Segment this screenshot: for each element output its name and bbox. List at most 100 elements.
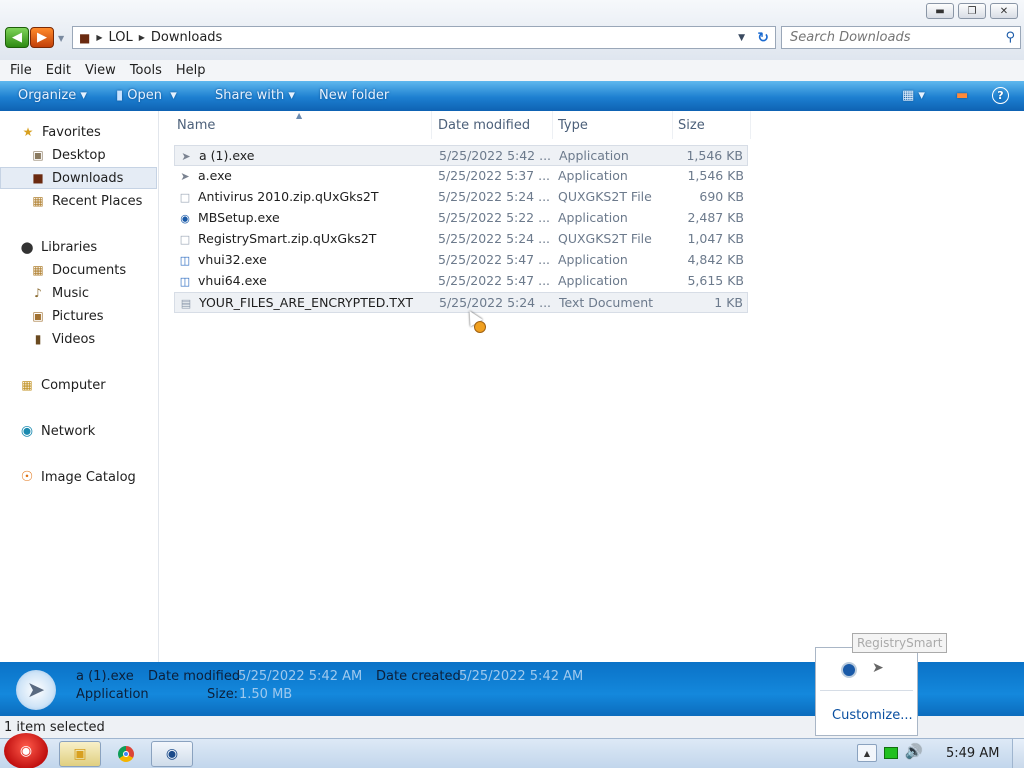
details-size-label: Size: <box>207 687 239 702</box>
nav-downloads[interactable]: ■ Downloads <box>0 167 157 189</box>
forward-button[interactable]: ▶ <box>30 27 54 48</box>
navigation-pane: ★ Favorites ▣ Desktop ■ Downloads ▦ Rece… <box>0 111 159 662</box>
restore-button[interactable]: ❐ <box>958 3 986 19</box>
file-row[interactable]: □ RegistrySmart.zip.qUxGks2T 5/25/2022 5:2… <box>174 229 748 250</box>
column-header-type[interactable]: Type <box>553 111 673 139</box>
file-name: Antivirus 2010.zip.qUxGks2T <box>198 189 379 204</box>
image-catalog-icon: ☉ <box>20 469 34 485</box>
file-row[interactable]: ◫ vhui64.exe 5/25/2022 5:47 ... Application… <box>174 271 748 292</box>
taskbar-registrysmart-button[interactable]: ◉ <box>151 741 193 767</box>
nav-computer[interactable]: ▦ Computer <box>0 374 157 396</box>
breadcrumb-downloads[interactable]: Downloads <box>151 30 222 45</box>
start-button-angry-bird-icon[interactable]: ◉ <box>4 733 48 768</box>
menu-view[interactable]: View <box>85 63 116 78</box>
search-box[interactable]: ⚲ <box>781 26 1021 49</box>
close-button[interactable]: ✕ <box>990 3 1018 19</box>
status-text: 1 item selected <box>4 719 105 735</box>
busy-indicator-icon <box>474 321 486 333</box>
address-dropdown-icon[interactable]: ▼ <box>738 33 745 43</box>
tray-tooltip: RegistrySmart <box>852 633 948 653</box>
file-size: 4,842 KB <box>687 252 744 267</box>
nav-favorites[interactable]: ★ Favorites <box>0 121 157 143</box>
details-size-value: 1.50 MB <box>239 687 293 702</box>
file-type: Application <box>558 168 628 183</box>
preview-pane-icon[interactable]: ▬ <box>956 88 968 103</box>
nav-documents[interactable]: ▦ Documents <box>0 259 157 281</box>
column-header-name[interactable]: Name <box>172 111 432 139</box>
refresh-icon[interactable]: ↻ <box>757 30 769 46</box>
nav-network[interactable]: ◉ Network <box>0 420 157 442</box>
file-row[interactable]: ▤ YOUR_FILES_ARE_ENCRYPTED.TXT 5/25/2022 5… <box>174 292 748 313</box>
file-size: 1,546 KB <box>686 148 743 163</box>
file-size: 1,546 KB <box>687 168 744 183</box>
menu-file[interactable]: File <box>10 63 32 78</box>
app-window-icon: ◫ <box>179 253 191 267</box>
help-icon[interactable]: ? <box>992 87 1009 104</box>
nav-pictures[interactable]: ▣ Pictures <box>0 305 157 327</box>
menu-help[interactable]: Help <box>176 63 206 78</box>
menu-tools[interactable]: Tools <box>130 63 162 78</box>
customize-link[interactable]: Customize... <box>832 708 913 723</box>
breadcrumb-arrow-icon[interactable]: ▶ <box>139 33 145 42</box>
nav-desktop-label: Desktop <box>52 147 106 163</box>
open-app-icon: ▮ <box>116 88 124 103</box>
generic-file-icon: □ <box>179 232 191 246</box>
details-date-created-value: 5/25/2022 5:42 AM <box>459 669 584 684</box>
music-icon: ♪ <box>34 286 42 300</box>
column-header-size[interactable]: Size <box>673 111 751 139</box>
taskbar-explorer-button[interactable]: ▣ <box>59 741 101 767</box>
taskbar-chrome-button[interactable] <box>105 741 147 767</box>
pictures-icon: ▣ <box>32 309 44 323</box>
file-date-modified: 5/25/2022 5:24 ... <box>439 295 552 310</box>
file-date-modified: 5/25/2022 5:24 ... <box>438 231 551 246</box>
clock[interactable]: 5:49 AM <box>946 746 999 761</box>
nav-recent-places[interactable]: ▦ Recent Places <box>0 190 157 212</box>
network-status-icon[interactable] <box>884 747 898 759</box>
column-header-date-modified[interactable]: Date modified <box>433 111 553 139</box>
breadcrumb-arrow-icon[interactable]: ▶ <box>96 33 102 42</box>
generic-file-icon: □ <box>179 190 191 204</box>
file-row[interactable]: ➤ a (1).exe 5/25/2022 5:42 ... Application 1… <box>174 145 748 166</box>
file-name: RegistrySmart.zip.qUxGks2T <box>198 231 377 246</box>
nav-desktop[interactable]: ▣ Desktop <box>0 144 157 166</box>
file-date-modified: 5/25/2022 5:42 ... <box>439 148 552 163</box>
search-input[interactable] <box>790 30 1000 45</box>
details-date-created-label: Date created: <box>376 669 466 684</box>
open-button[interactable]: ▮ Open ▾ <box>116 88 177 103</box>
organize-button[interactable]: Organize ▾ <box>18 88 87 103</box>
nav-videos[interactable]: ▮ Videos <box>0 328 157 350</box>
share-with-button[interactable]: Share with ▾ <box>215 88 295 103</box>
file-row[interactable]: ◫ vhui32.exe 5/25/2022 5:47 ... Application… <box>174 250 748 271</box>
address-bar[interactable]: ■ ▶ LOL ▶ Downloads ▼ ↻ <box>72 26 776 49</box>
organize-label: Organize <box>18 88 77 103</box>
file-row[interactable]: □ Antivirus 2010.zip.qUxGks2T 5/25/2022 5:… <box>174 187 748 208</box>
details-date-modified-value: 5/25/2022 5:42 AM <box>238 669 363 684</box>
details-filename: a (1).exe <box>76 669 134 684</box>
search-icon[interactable]: ⚲ <box>1005 30 1015 45</box>
show-hidden-icons-button[interactable]: ▲ <box>857 744 877 762</box>
rocket-tray-icon[interactable]: ➤ <box>872 660 884 676</box>
file-size: 1,047 KB <box>687 231 744 246</box>
menu-edit[interactable]: Edit <box>46 63 71 78</box>
file-name: vhui32.exe <box>198 252 267 267</box>
file-row[interactable]: ◉ MBSetup.exe 5/25/2022 5:22 ... Applicatio… <box>174 208 748 229</box>
recent-pages-dropdown-icon[interactable]: ▼ <box>58 34 64 43</box>
desktop-icon: ▣ <box>32 148 44 162</box>
breadcrumb-lol[interactable]: LOL <box>109 30 133 45</box>
file-row[interactable]: ➤ a.exe 5/25/2022 5:37 ... Application 1,546… <box>174 166 748 187</box>
show-desktop-button[interactable] <box>1012 739 1024 768</box>
file-type: QUXGKS2T File <box>558 231 652 246</box>
view-options-icon[interactable]: ▦ ▾ <box>902 88 925 103</box>
registrysmart-tray-icon[interactable] <box>841 662 857 678</box>
volume-icon[interactable]: 🔊 <box>905 744 922 760</box>
nav-libraries[interactable]: ● Libraries <box>0 236 157 258</box>
file-size: 2,487 KB <box>687 210 744 225</box>
nav-image-catalog[interactable]: ☉ Image Catalog <box>0 466 157 488</box>
back-button[interactable]: ◀ <box>5 27 29 48</box>
rocket-icon: ➤ <box>181 149 191 163</box>
registrysmart-icon: ◉ <box>165 746 179 762</box>
minimize-button[interactable]: ▬ <box>926 3 954 19</box>
new-folder-button[interactable]: New folder <box>319 88 389 103</box>
file-type: QUXGKS2T File <box>558 189 652 204</box>
nav-music[interactable]: ♪ Music <box>0 282 157 304</box>
